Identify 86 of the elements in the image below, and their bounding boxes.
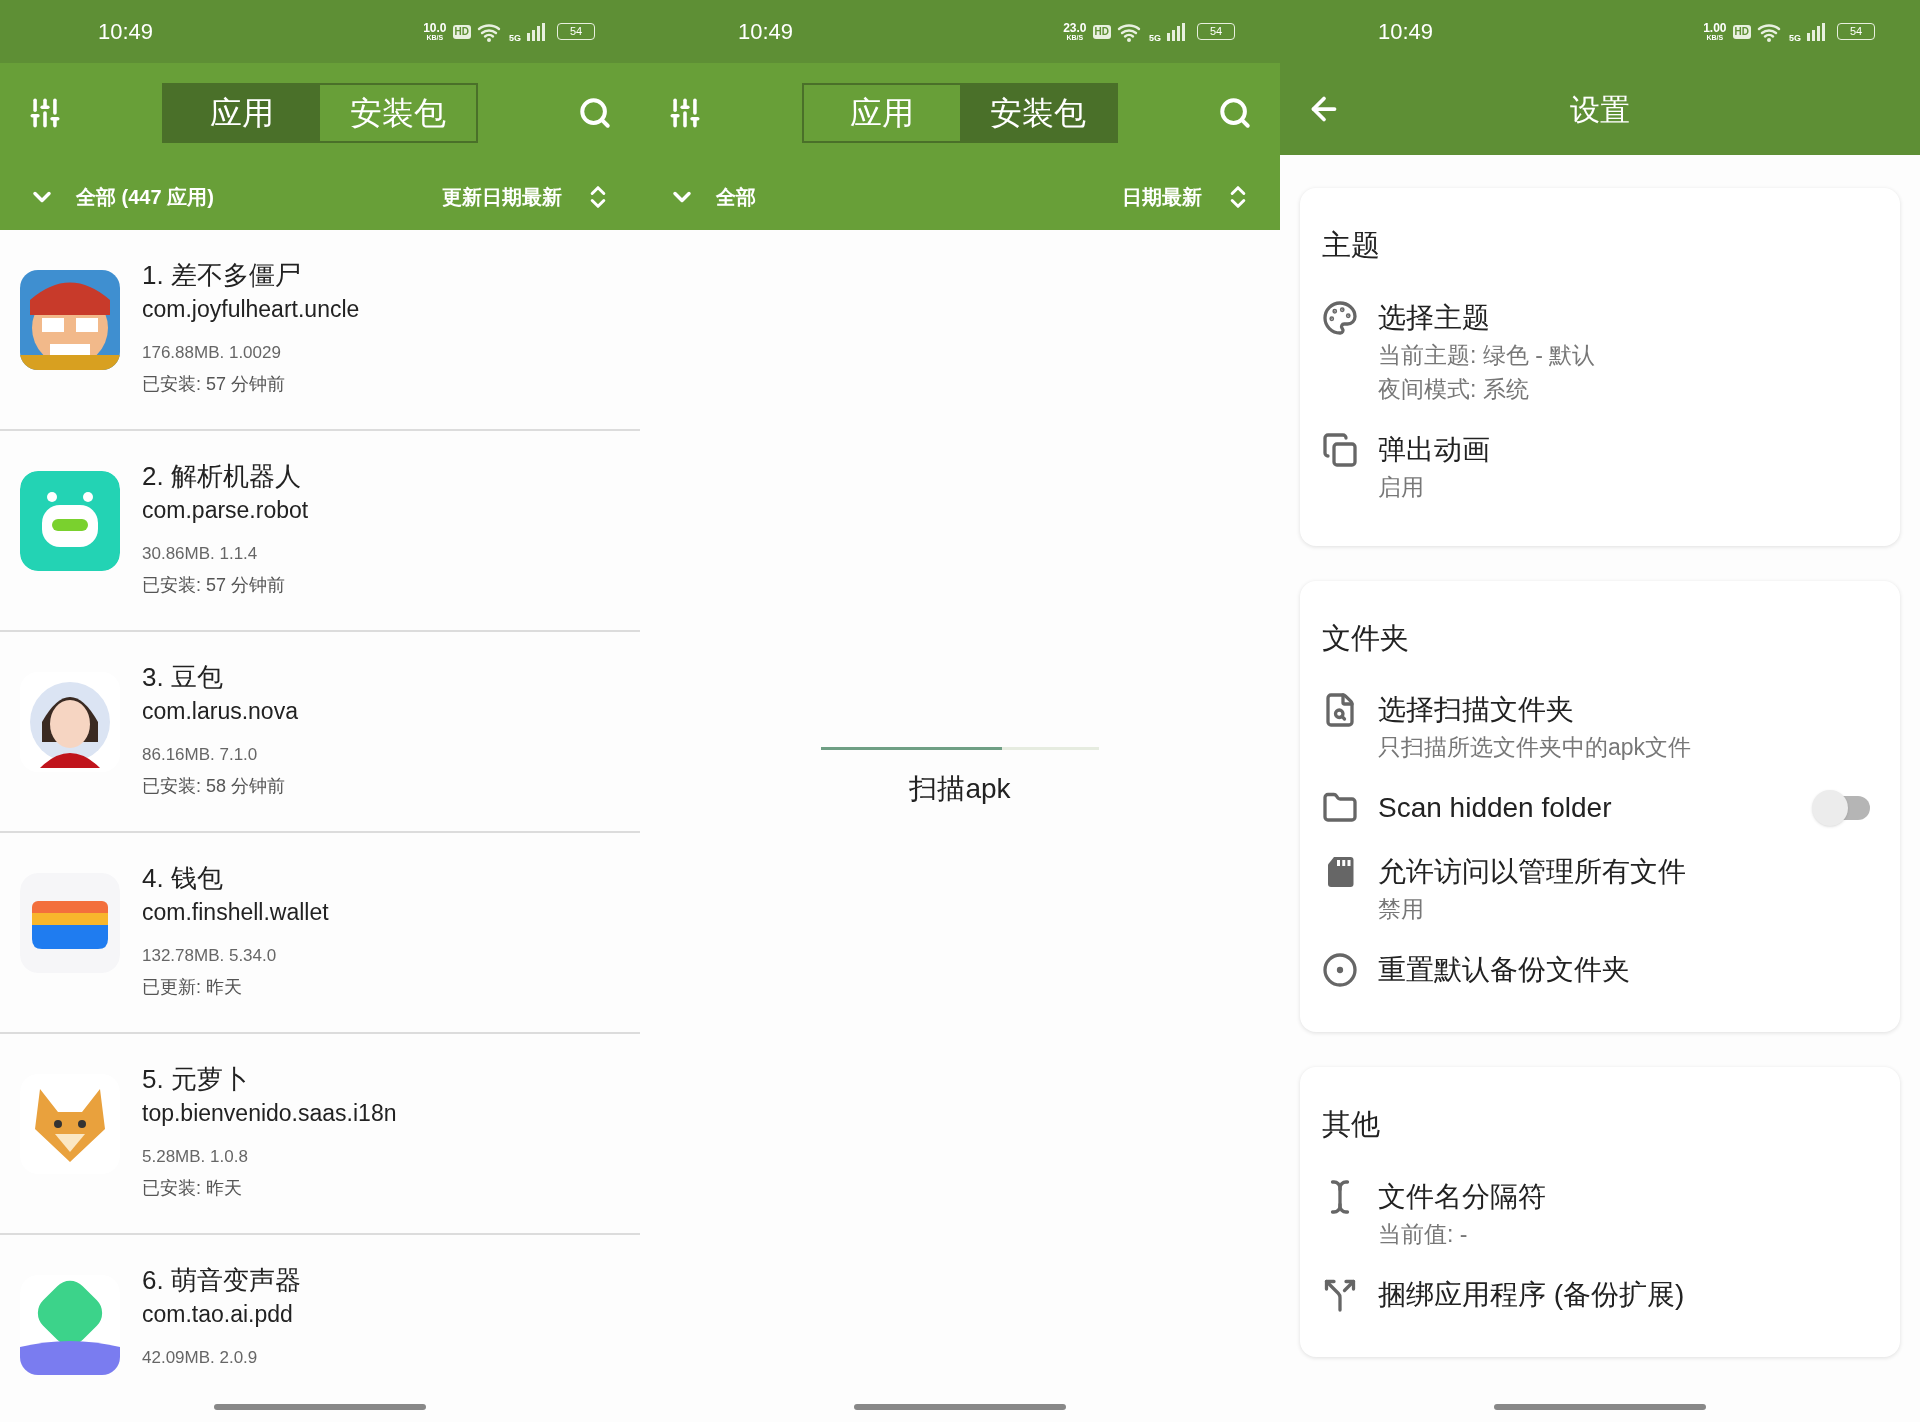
network-speed: 1.00 [1703, 22, 1727, 34]
app-title: 5. 元萝卜 [142, 1063, 250, 1096]
filter-settings-icon[interactable] [668, 96, 702, 130]
setting-summary: 只扫描所选文件夹中的apk文件 [1378, 733, 1693, 762]
network-speed: 23.0 [1063, 22, 1087, 34]
setting-title: 选择扫描文件夹 [1378, 693, 1575, 727]
app-row[interactable]: 4. 钱包 com.finshell.wallet 132.78MB. 5.34.0 已更新: 昨天 [0, 833, 640, 1034]
app-size-version: 176.88MB. 1.0029 [142, 342, 282, 364]
app-row[interactable]: 1. 差不多僵尸 com.joyfulheart.uncle 176.88MB. 1.0029 已安装: 57 分钟前 [0, 230, 640, 431]
search-icon[interactable] [578, 96, 612, 130]
app-size-version: 86.16MB. 7.1.0 [142, 744, 259, 766]
setting-summary: 夜间模式: 系统 [1378, 374, 1530, 404]
signal-icon [1167, 22, 1187, 41]
app-row[interactable]: 3. 豆包 com.larus.nova 86.16MB. 7.1.0 已安装: 58 分钟前 [0, 632, 640, 833]
app-title: 1. 差不多僵尸 [142, 259, 302, 292]
settings-item[interactable]: 捆绑应用程序 (备份扩展) [1322, 1262, 1878, 1327]
package-name: com.finshell.wallet [142, 898, 329, 927]
install-status: 已安装: 57 分钟前 [142, 373, 287, 396]
settings-item[interactable]: 弹出动画 启用 [1322, 417, 1878, 516]
hd-badge: HD [1732, 24, 1751, 39]
signal-icon [527, 22, 547, 41]
tab[interactable]: 安装包 [960, 85, 1116, 141]
install-status: 已安装: 58 分钟前 [142, 775, 287, 798]
app-size-version: 132.78MB. 5.34.0 [142, 945, 278, 967]
app-size-version: 42.09MB. 2.0.9 [142, 1347, 259, 1369]
section-title: 主题 [1322, 228, 1381, 263]
setting-title: 重置默认备份文件夹 [1378, 953, 1631, 987]
radio-icon [1322, 952, 1358, 988]
app-title: 3. 豆包 [142, 661, 224, 694]
install-status: 已安装: 昨天 [142, 1177, 243, 1200]
settings-item[interactable]: 重置默认备份文件夹 [1322, 938, 1878, 1002]
network-speed: 10.0 [423, 22, 447, 34]
copy-icon [1322, 431, 1358, 468]
clock: 10:49 [738, 18, 794, 46]
package-name: com.larus.nova [142, 697, 298, 726]
setting-summary: 当前值: - [1378, 1219, 1469, 1249]
setting-title: 文件名分隔符 [1378, 1179, 1547, 1214]
setting-summary: 禁用 [1378, 895, 1425, 924]
hd-badge: HD [1092, 24, 1111, 39]
section-title: 文件夹 [1322, 620, 1410, 656]
setting-title: 捆绑应用程序 (备份扩展) [1378, 1277, 1686, 1312]
clock: 10:49 [98, 18, 154, 46]
settings-item[interactable]: 选择主题 当前主题: 绿色 - 默认 夜间模式: 系统 [1322, 285, 1878, 418]
filter-settings-icon[interactable] [28, 96, 62, 130]
battery-level: 54 [569, 26, 583, 37]
setting-title: 允许访问以管理所有文件 [1378, 855, 1687, 889]
hd-badge: HD [452, 24, 471, 39]
wifi-icon [1117, 21, 1143, 42]
settings-item[interactable]: 允许访问以管理所有文件 禁用 [1322, 840, 1878, 938]
search-icon[interactable] [1218, 96, 1252, 130]
setting-summary: 启用 [1378, 472, 1425, 502]
palette-icon [1322, 299, 1358, 336]
screen-title: 设置 [1570, 91, 1630, 128]
network-type: 5G [509, 31, 521, 45]
app-title: 4. 钱包 [142, 862, 224, 895]
package-name: com.parse.robot [142, 496, 309, 525]
wifi-icon [1757, 21, 1783, 42]
wifi-icon [477, 21, 503, 42]
settings-item[interactable]: 文件名分隔符 当前值: - [1322, 1164, 1878, 1263]
battery-level: 54 [1849, 26, 1863, 37]
signal-icon [1807, 22, 1827, 41]
setting-summary: 当前主题: 绿色 - 默认 [1378, 340, 1597, 370]
section-title: 其他 [1322, 1107, 1381, 1142]
app-title: 2. 解析机器人 [142, 460, 302, 493]
network-type: 5G [1149, 31, 1161, 45]
setting-title: Scan hidden folder [1378, 791, 1613, 825]
setting-title: 选择主题 [1378, 300, 1491, 335]
network-type: 5G [1789, 31, 1801, 45]
settings-item[interactable]: Scan hidden folder [1322, 776, 1878, 840]
tab[interactable]: 应用 [164, 85, 320, 141]
app-row[interactable]: 2. 解析机器人 com.parse.robot 30.86MB. 1.1.4 已安装: 57 分钟前 [0, 431, 640, 632]
clock: 10:49 [1378, 18, 1434, 46]
settings-item[interactable]: 选择扫描文件夹 只扫描所选文件夹中的apk文件 [1322, 678, 1878, 776]
setting-title: 弹出动画 [1378, 432, 1491, 467]
battery-level: 54 [1209, 26, 1223, 37]
app-title: 6. 萌音变声器 [142, 1264, 301, 1297]
app-size-version: 5.28MB. 1.0.8 [142, 1146, 249, 1168]
package-name: top.bienvenido.saas.i18n [142, 1099, 397, 1128]
app-size-version: 30.86MB. 1.1.4 [142, 543, 259, 565]
toggle-switch[interactable] [1812, 790, 1870, 826]
app-row[interactable]: 5. 元萝卜 top.bienvenido.saas.i18n 5.28MB. 1.0.8 已安装: 昨天 [0, 1034, 640, 1235]
install-status: 已更新: 昨天 [142, 976, 243, 999]
scan-message: 扫描apk [909, 772, 1011, 806]
package-name: com.tao.ai.pdd [142, 1300, 294, 1329]
package-name: com.joyfulheart.uncle [142, 295, 360, 324]
install-status: 已安装: 57 分钟前 [142, 574, 287, 597]
